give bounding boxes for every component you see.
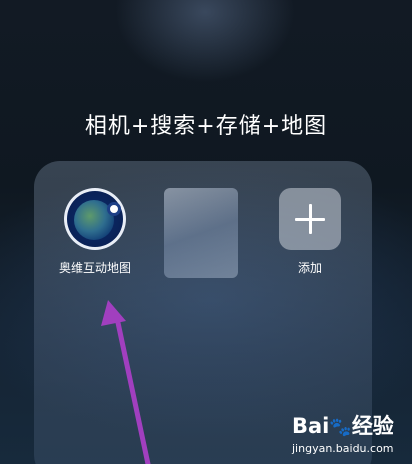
home-screen: 相机+搜索+存储+地图 奥维互动地图 添加 Bai🐾经验 jingyan.bai…	[0, 0, 412, 464]
paw-icon: 🐾	[329, 417, 352, 438]
annotation-arrow-icon	[101, 300, 151, 464]
baidu-jingyan-watermark: Bai🐾经验 jingyan.baidu.com	[292, 410, 410, 460]
watermark-logo-text: Bai	[292, 414, 330, 438]
watermark-logo: Bai🐾经验	[292, 410, 410, 440]
watermark-site: jingyan.baidu.com	[292, 442, 394, 455]
arrow-head	[101, 300, 126, 326]
watermark-logo-suffix: 经验	[351, 414, 394, 438]
arrow-shaft	[114, 315, 151, 464]
